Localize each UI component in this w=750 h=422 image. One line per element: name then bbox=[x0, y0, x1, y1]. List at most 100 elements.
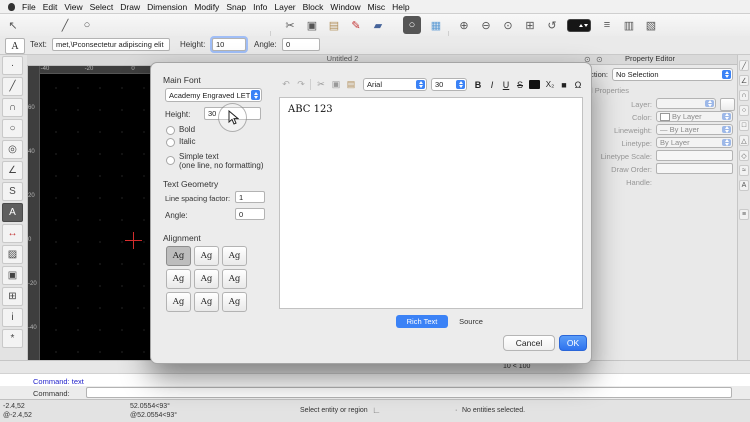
zoom-previous-icon[interactable]: ↺ bbox=[543, 16, 561, 34]
triangle-icon[interactable]: △ bbox=[739, 135, 749, 146]
linetype-combo[interactable]: By Layer bbox=[656, 137, 733, 148]
arc-tool-icon[interactable]: ∩ bbox=[2, 98, 23, 117]
special-character-button[interactable]: Ω bbox=[571, 78, 585, 91]
grid-icon[interactable]: ▦ bbox=[427, 16, 445, 34]
ok-button[interactable]: OK bbox=[559, 335, 587, 351]
square-icon[interactable]: □ bbox=[739, 120, 749, 131]
rich-text-editor[interactable]: ABC 123 bbox=[279, 97, 583, 309]
zoom-in-icon[interactable]: ⊕ bbox=[455, 16, 473, 34]
command-input[interactable] bbox=[86, 387, 732, 398]
cut-icon[interactable]: ✂ bbox=[314, 78, 328, 91]
ellipse-tool-icon[interactable]: ◎ bbox=[2, 140, 23, 159]
eraser-icon[interactable]: ▰ bbox=[369, 16, 387, 34]
menu-block[interactable]: Block bbox=[303, 2, 324, 12]
paste-icon[interactable]: ▤ bbox=[325, 16, 343, 34]
block-color-button[interactable]: ■ bbox=[557, 78, 571, 91]
font-family-combo[interactable]: Academy Engraved LET bbox=[165, 88, 262, 102]
align-bottom-center-button[interactable]: Ag bbox=[194, 292, 219, 312]
color-combo[interactable]: By Layer bbox=[656, 111, 733, 122]
menu-select[interactable]: Select bbox=[90, 2, 114, 12]
circle-tool-icon[interactable]: ○ bbox=[78, 16, 96, 34]
undo-icon[interactable]: ↶ bbox=[279, 78, 293, 91]
bold-button[interactable]: B bbox=[471, 78, 485, 91]
menu-info[interactable]: Info bbox=[253, 2, 267, 12]
linetype-scale-input[interactable] bbox=[656, 150, 733, 161]
draw-order-input[interactable] bbox=[656, 163, 733, 174]
layer-picker-button[interactable] bbox=[720, 98, 735, 111]
cut-icon[interactable]: ✂ bbox=[281, 16, 299, 34]
apple-menu-icon[interactable] bbox=[8, 2, 15, 11]
circle-icon[interactable]: ○ bbox=[739, 105, 749, 116]
library-icon[interactable]: ▧ bbox=[642, 16, 660, 34]
layer-combo[interactable] bbox=[656, 98, 716, 109]
menu-snap[interactable]: Snap bbox=[226, 2, 246, 12]
dialog-angle-input[interactable] bbox=[235, 208, 265, 220]
list-icon[interactable]: ≡ bbox=[739, 209, 749, 220]
point-tool-icon[interactable]: · bbox=[2, 56, 23, 75]
select-tool-icon[interactable]: ↖ bbox=[4, 16, 22, 34]
menu-edit[interactable]: Edit bbox=[43, 2, 58, 12]
paste-icon[interactable]: ▤ bbox=[344, 78, 358, 91]
editor-size-combo[interactable]: 30 bbox=[431, 78, 467, 91]
line-tool-icon[interactable]: ╱ bbox=[56, 16, 74, 34]
simple-text-checkbox[interactable] bbox=[166, 156, 175, 165]
tab-source[interactable]: Source bbox=[452, 315, 490, 328]
spline-tool-icon[interactable]: S bbox=[2, 182, 23, 201]
editor-content[interactable]: ABC 123 bbox=[288, 104, 333, 115]
text-tool-icon[interactable]: A bbox=[2, 203, 23, 222]
align-bottom-right-button[interactable]: Ag bbox=[222, 292, 247, 312]
menu-help[interactable]: Help bbox=[392, 2, 409, 12]
wave-icon[interactable]: ≈ bbox=[739, 165, 749, 176]
angle-icon[interactable]: ∠ bbox=[739, 75, 749, 86]
line-tool-icon[interactable]: ╱ bbox=[2, 77, 23, 96]
align-top-right-button[interactable]: Ag bbox=[222, 246, 247, 266]
menu-layer[interactable]: Layer bbox=[274, 2, 295, 12]
block-list-icon[interactable]: ▥ bbox=[620, 16, 638, 34]
zoom-auto-icon[interactable]: ⊙ bbox=[499, 16, 517, 34]
layer-list-icon[interactable]: ≡ bbox=[598, 16, 616, 34]
text-color-button[interactable] bbox=[529, 80, 540, 89]
color-swatch-dropdown[interactable] bbox=[567, 19, 591, 32]
subscript-button[interactable]: X₂ bbox=[543, 78, 557, 91]
block-tool-icon[interactable]: ⊞ bbox=[2, 287, 23, 306]
zoom-out-icon[interactable]: ⊖ bbox=[477, 16, 495, 34]
height-input[interactable] bbox=[212, 38, 246, 51]
align-middle-right-button[interactable]: Ag bbox=[222, 269, 247, 289]
image-tool-icon[interactable]: ▣ bbox=[2, 266, 23, 285]
info-tool-icon[interactable]: i bbox=[2, 308, 23, 327]
strikethrough-button[interactable]: S bbox=[513, 78, 527, 91]
align-middle-center-button[interactable]: Ag bbox=[194, 269, 219, 289]
align-middle-left-button[interactable]: Ag bbox=[166, 269, 191, 289]
menu-draw[interactable]: Draw bbox=[120, 2, 140, 12]
hatch-tool-icon[interactable]: ▨ bbox=[2, 245, 23, 264]
menu-dimension[interactable]: Dimension bbox=[147, 2, 187, 12]
menu-file[interactable]: File bbox=[22, 2, 36, 12]
circle-tool-icon[interactable]: ○ bbox=[2, 119, 23, 138]
line-icon[interactable]: ╱ bbox=[739, 60, 749, 71]
editor-font-combo[interactable]: Arial bbox=[363, 78, 427, 91]
align-top-center-button[interactable]: Ag bbox=[194, 246, 219, 266]
copy-icon[interactable]: ▣ bbox=[303, 16, 321, 34]
angle-input[interactable] bbox=[282, 38, 320, 51]
text-value-input[interactable] bbox=[52, 38, 170, 51]
menu-misc[interactable]: Misc bbox=[368, 2, 385, 12]
copy-icon[interactable]: ▣ bbox=[329, 78, 343, 91]
dimension-tool-icon[interactable]: ↔ bbox=[2, 224, 23, 243]
text-tool-button[interactable]: A bbox=[5, 38, 25, 54]
dock-icon-2[interactable]: ⊙ bbox=[596, 55, 603, 64]
zoom-window-icon[interactable]: ⊞ bbox=[521, 16, 539, 34]
modify-tool-icon[interactable]: * bbox=[2, 329, 23, 348]
line-spacing-input[interactable] bbox=[235, 191, 265, 203]
italic-checkbox[interactable] bbox=[166, 138, 175, 147]
menu-modify[interactable]: Modify bbox=[194, 2, 219, 12]
polyline-tool-icon[interactable]: ∠ bbox=[2, 161, 23, 180]
align-top-left-button[interactable]: Ag bbox=[166, 246, 191, 266]
active-tool-icon[interactable]: ○ bbox=[403, 16, 421, 34]
tab-rich-text[interactable]: Rich Text bbox=[396, 315, 448, 328]
menu-view[interactable]: View bbox=[64, 2, 82, 12]
arc-icon[interactable]: ∩ bbox=[739, 90, 749, 101]
selection-combo[interactable]: No Selection bbox=[612, 68, 733, 81]
diamond-icon[interactable]: ◇ bbox=[739, 150, 749, 161]
italic-button[interactable]: I bbox=[485, 78, 499, 91]
bold-checkbox[interactable] bbox=[166, 126, 175, 135]
